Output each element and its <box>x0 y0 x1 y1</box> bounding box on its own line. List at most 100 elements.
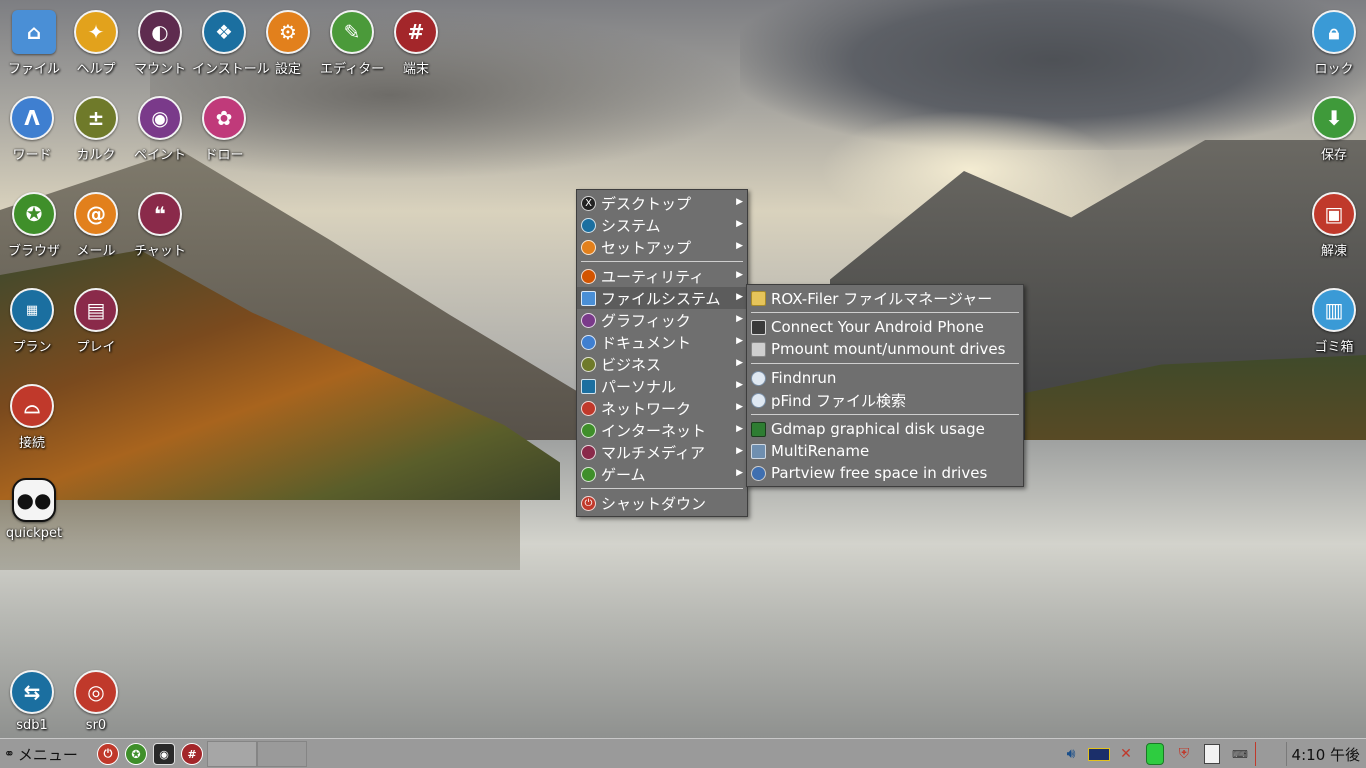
desktop-icon-files[interactable]: ⌂ ファイル <box>2 10 66 77</box>
desktop-icon-play[interactable]: ▤ プレイ <box>64 288 128 355</box>
menu-item-label: セットアップ <box>601 238 692 257</box>
submenu-arrow-icon: ▶ <box>736 219 743 229</box>
download-icon: ⬇ <box>1312 96 1356 140</box>
menu-item-internet[interactable]: インターネット ▶ <box>577 419 747 441</box>
desktop-icon-plan[interactable]: ▦ プラン <box>0 288 64 355</box>
desktop-icon-draw[interactable]: ✿ ドロー <box>192 96 256 163</box>
submenu-item-pmount[interactable]: Pmount mount/unmount drives <box>747 338 1023 360</box>
filesystem-submenu: ROX-Filer ファイルマネージャー Connect Your Androi… <box>746 284 1024 487</box>
menu-item-network[interactable]: ネットワーク ▶ <box>577 397 747 419</box>
desktop-icon-editor[interactable]: ✎ エディター <box>320 10 384 77</box>
desktop-icon-sr0[interactable]: ◎ sr0 <box>64 670 128 733</box>
menu-logo-icon: ⚭ <box>4 747 15 762</box>
desktop-icon-lock[interactable]: 🔒︎ ロック <box>1302 10 1366 77</box>
menu-item-setup[interactable]: セットアップ ▶ <box>577 236 747 258</box>
toggle-icon: ◐ <box>138 10 182 54</box>
desktop-x-icon: X <box>581 195 596 211</box>
usb-drive-icon: ⇆ <box>10 670 54 714</box>
battery-icon[interactable] <box>1088 743 1110 765</box>
quicklaunch-media-icon[interactable]: ◉ <box>153 743 175 765</box>
browser-icon <box>581 422 596 438</box>
lock-icon: 🔒︎ <box>1312 10 1356 54</box>
taskbar-pager-2[interactable] <box>257 741 307 767</box>
menu-item-shutdown[interactable]: ⏻ シャットダウン <box>577 492 747 514</box>
desktop-icon-trash[interactable]: ▥ ゴミ箱 <box>1302 288 1366 355</box>
desktop-icon-label: ブラウザ <box>7 244 60 259</box>
submenu-item-android[interactable]: Connect Your Android Phone <box>747 316 1023 338</box>
game-icon <box>581 466 596 482</box>
menu-item-business[interactable]: ビジネス ▶ <box>577 353 747 375</box>
trash-icon: ▥ <box>1312 288 1356 332</box>
menu-item-label: ビジネス <box>601 355 662 374</box>
quicklaunch-power-icon[interactable]: ⏻ <box>97 743 119 765</box>
desktop-icon-settings[interactable]: ⚙ 設定 <box>256 10 320 77</box>
desktop-icon-label: 設定 <box>274 62 301 77</box>
desktop-icon-quickpet[interactable]: ●● quickpet <box>2 478 66 541</box>
calculator-icon <box>581 356 596 372</box>
desktop-icon-label: カルク <box>76 148 116 163</box>
desktop-icon-help[interactable]: ✦ ヘルプ <box>64 10 128 77</box>
desktop-icon-label: メール <box>76 244 116 259</box>
desktop-icon-sdb1[interactable]: ⇆ sdb1 <box>0 670 64 733</box>
desktop-icon-label: ドロー <box>204 148 244 163</box>
menu-item-personal[interactable]: パーソナル ▶ <box>577 375 747 397</box>
menu-item-document[interactable]: ドキュメント ▶ <box>577 331 747 353</box>
desktop-icon-mail[interactable]: @ メール <box>64 192 128 259</box>
menu-item-graphics[interactable]: グラフィック ▶ <box>577 309 747 331</box>
keyboard-icon[interactable]: ⌨ <box>1229 743 1251 765</box>
menu-item-label: マルチメディア <box>601 443 705 462</box>
desktop-icon-mount[interactable]: ◐ マウント <box>128 10 192 77</box>
gear-icon <box>581 239 596 255</box>
menu-item-label: シャットダウン <box>601 494 707 513</box>
desktop-icon-install[interactable]: ❖ インストール <box>192 10 270 77</box>
desktop-icon-label: プラン <box>12 340 52 355</box>
desktop-icon-save[interactable]: ⬇ 保存 <box>1302 96 1366 163</box>
desktop-icon-chat[interactable]: ❝ チャット <box>128 192 192 259</box>
submenu-item-pfind[interactable]: pFind ファイル検索 <box>747 389 1023 411</box>
desktop-icon-browser[interactable]: ✪ ブラウザ <box>2 192 66 259</box>
desktop-icon-label: ロック <box>1314 62 1354 77</box>
disk-usage-icon[interactable] <box>1144 743 1166 765</box>
volume-icon[interactable]: 🔊︎ <box>1060 743 1082 765</box>
desktop-icon-terminal[interactable]: # 端末 <box>384 10 448 77</box>
clipboard-icon[interactable] <box>1201 743 1223 765</box>
panda-icon: ●● <box>12 478 56 522</box>
menu-separator <box>751 312 1019 313</box>
menu-item-desktop[interactable]: X デスクトップ ▶ <box>577 192 747 214</box>
menu-item-filesystem[interactable]: ファイルシステム ▶ <box>577 287 747 309</box>
network-disconnected-icon[interactable]: ✕ <box>1115 743 1137 765</box>
submenu-arrow-icon: ▶ <box>736 270 743 280</box>
menu-item-multimedia[interactable]: マルチメディア ▶ <box>577 441 747 463</box>
menu-item-label: Gdmap graphical disk usage <box>771 420 985 438</box>
taskbar-clock[interactable]: 4:10 午後 <box>1292 744 1360 765</box>
start-menu-button[interactable]: ⚭ メニュー <box>4 744 78 765</box>
submenu-item-multirename[interactable]: MultiRename <box>747 440 1023 462</box>
taskbar-pager-1[interactable] <box>207 741 257 767</box>
desktop-icon-paint[interactable]: ◉ ペイント <box>128 96 192 163</box>
menu-separator <box>751 363 1019 364</box>
submenu-item-gdmap[interactable]: Gdmap graphical disk usage <box>747 418 1023 440</box>
submenu-arrow-icon: ▶ <box>736 380 743 390</box>
menu-item-system[interactable]: システム ▶ <box>577 214 747 236</box>
menu-item-label: デスクトップ <box>601 194 692 213</box>
submenu-item-partview[interactable]: Partview free space in drives <box>747 462 1023 484</box>
submenu-item-findnrun[interactable]: Findnrun <box>747 367 1023 389</box>
menu-item-utility[interactable]: ユーティリティ ▶ <box>577 265 747 287</box>
menu-item-games[interactable]: ゲーム ▶ <box>577 463 747 485</box>
satellite-icon <box>581 400 596 416</box>
submenu-item-rox-filer[interactable]: ROX-Filer ファイルマネージャー <box>747 287 1023 309</box>
calendar-icon <box>581 378 596 394</box>
desktop-icon-word[interactable]: Λ ワード <box>0 96 64 163</box>
desktop-icon-unpack[interactable]: ▣ 解凍 <box>1302 192 1366 259</box>
desktop-icon-label: チャット <box>134 244 186 259</box>
menu-item-label: Pmount mount/unmount drives <box>771 340 1006 358</box>
desktop-icon-label: ファイル <box>7 62 60 77</box>
drive-icon <box>751 341 766 357</box>
desktop-icon-calc[interactable]: ± カルク <box>64 96 128 163</box>
quicklaunch-browser-icon[interactable]: ✪ <box>125 743 147 765</box>
quicklaunch-terminal-icon[interactable]: # <box>181 743 203 765</box>
menu-item-label: システム <box>601 216 661 235</box>
desktop-icon-label: マウント <box>133 62 186 77</box>
desktop-icon-connect[interactable]: ⌓ 接続 <box>0 384 64 451</box>
firewall-shield-icon[interactable]: ⛨ <box>1173 743 1195 765</box>
